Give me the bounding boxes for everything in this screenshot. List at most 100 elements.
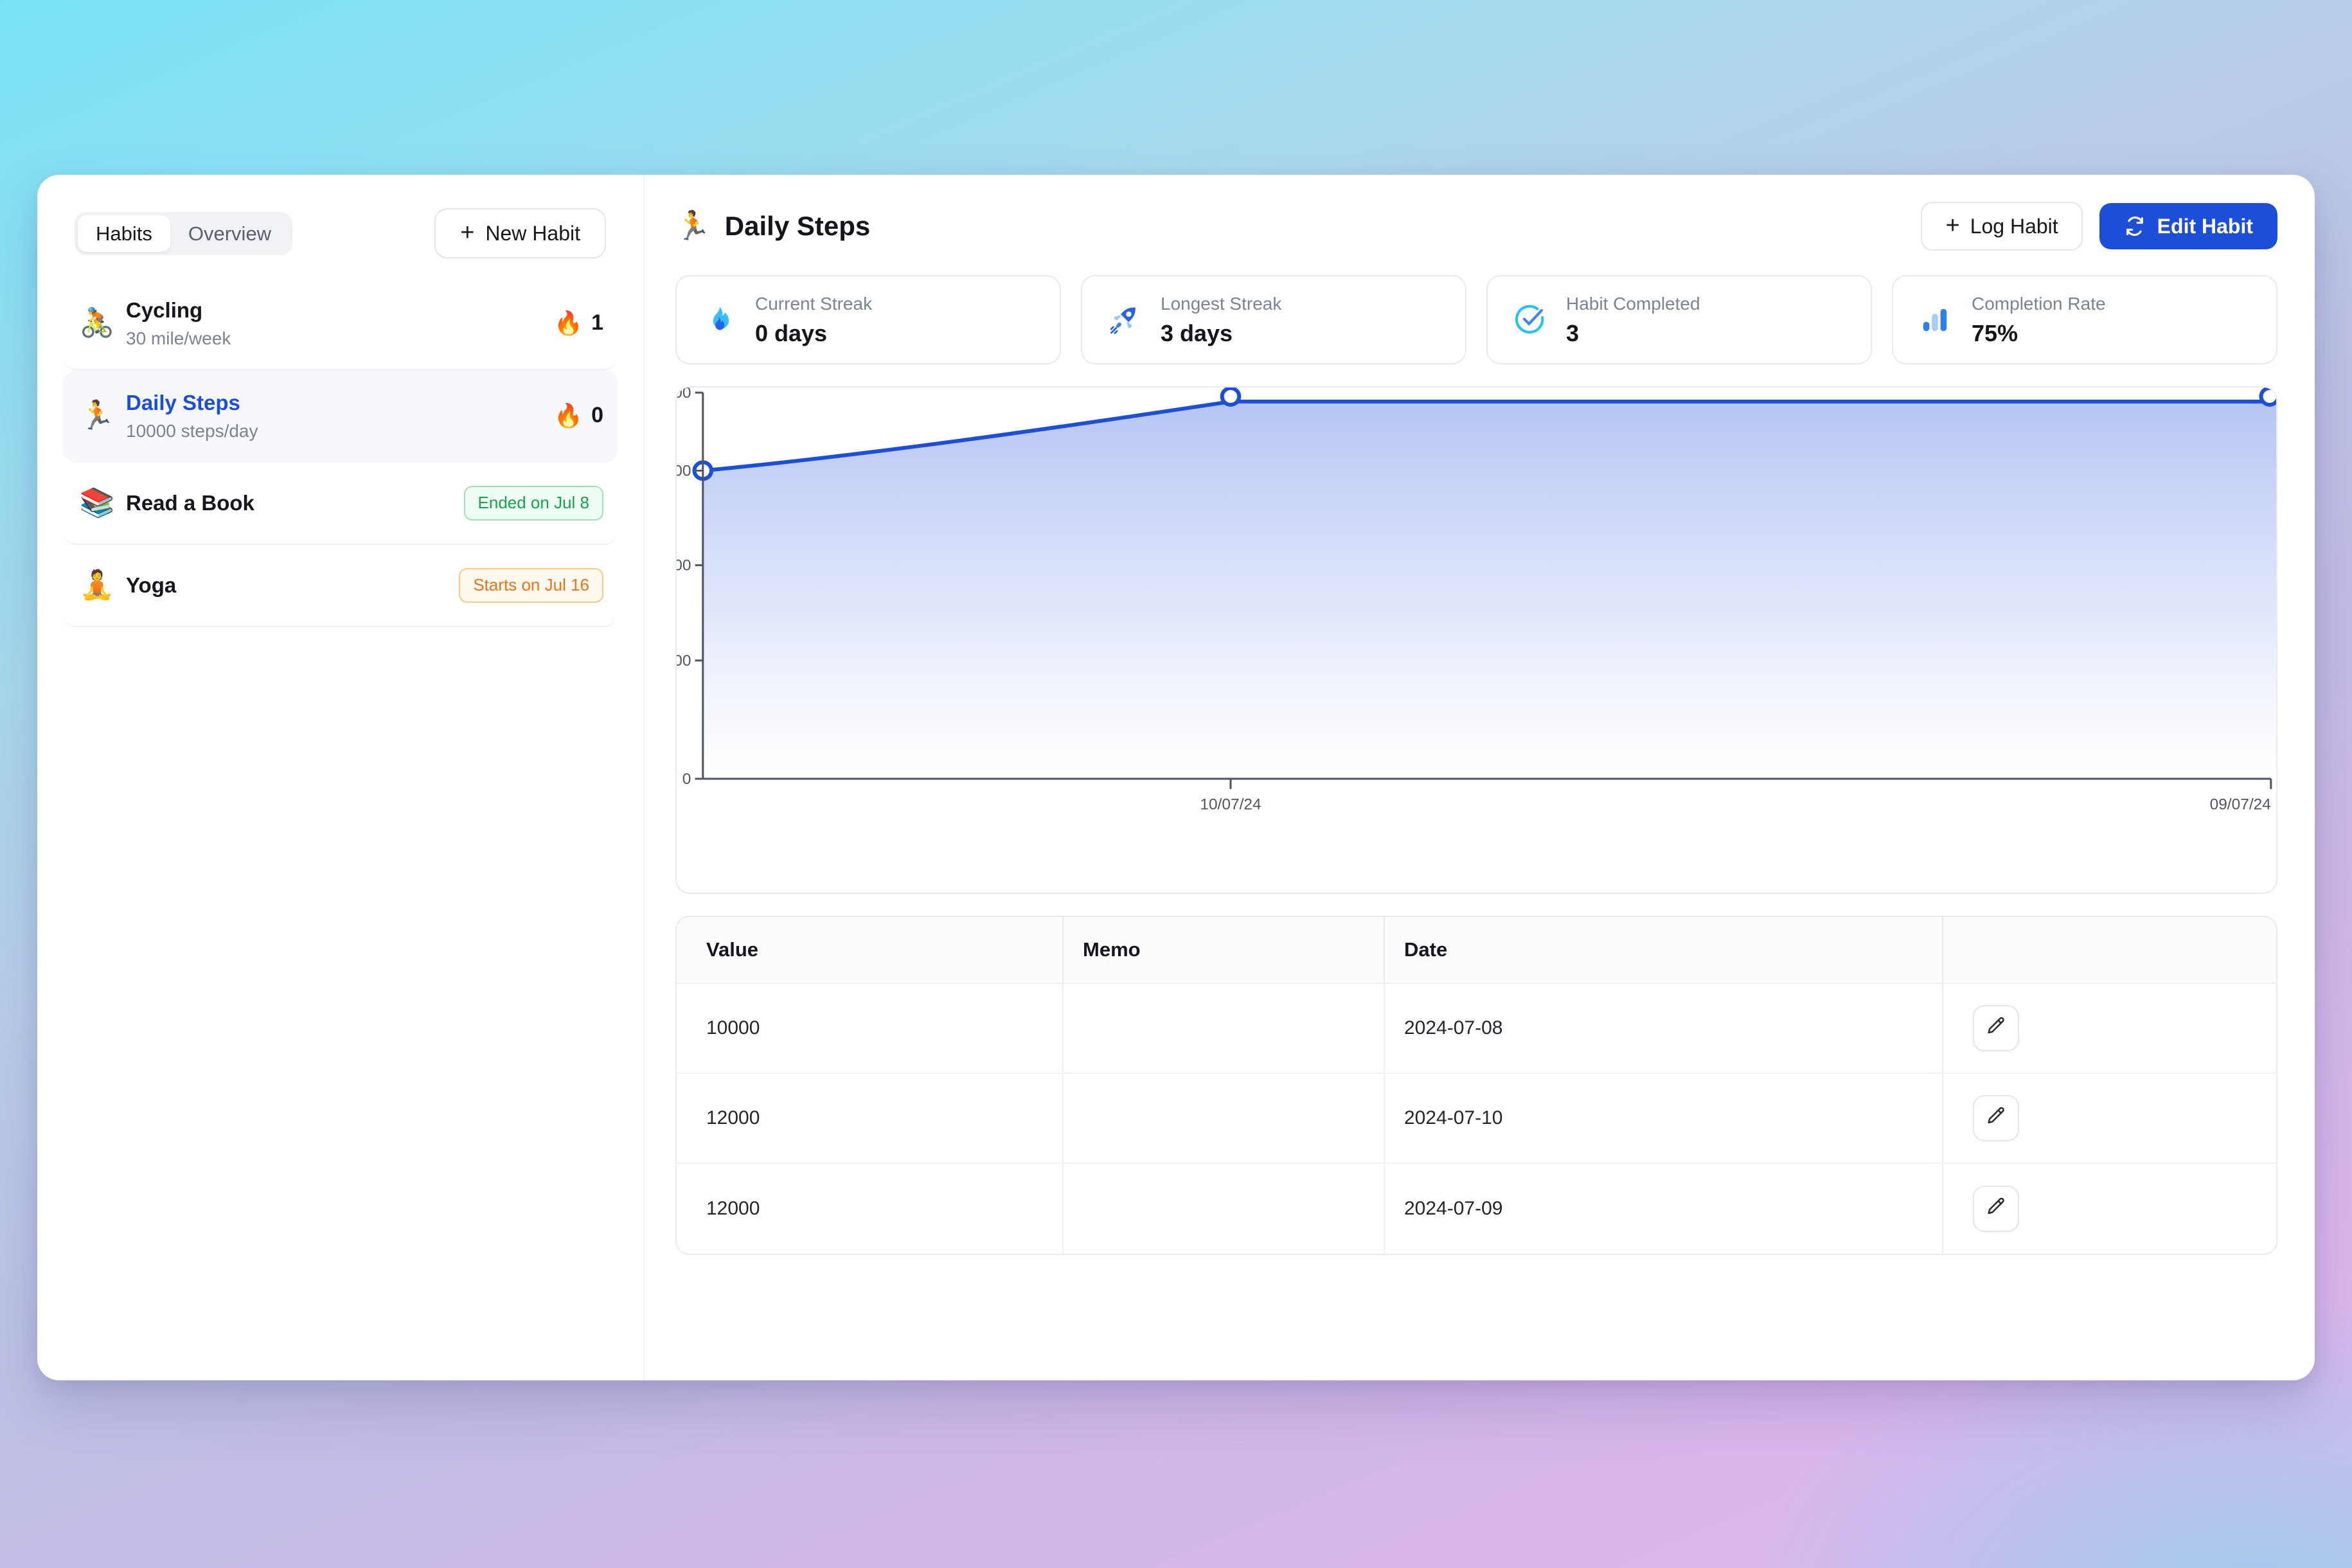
habit-name: Cycling <box>126 298 203 322</box>
check-circle-icon <box>1510 303 1549 336</box>
x-tick-label: 09/07/24 <box>2210 796 2271 814</box>
habit-goal: 10000 steps/day <box>126 421 258 441</box>
cell-value: 12000 <box>706 1197 760 1219</box>
cell-actions <box>1942 983 2276 1073</box>
cyclist-emoji: 🚴 <box>79 307 115 339</box>
stat-value: 3 <box>1566 319 1580 346</box>
habit-list-item-cycling[interactable]: 🚴 Cycling 30 mile/week 🔥 1 <box>63 278 618 370</box>
new-habit-button[interactable]: + New Habit <box>434 208 606 258</box>
cell-date: 2024-07-10 <box>1404 1107 1503 1128</box>
flame-emoji: 🔥 <box>554 402 584 429</box>
edit-entry-button[interactable] <box>1973 1094 2019 1141</box>
cell-memo-wrap <box>1062 983 1384 1073</box>
new-habit-label: New Habit <box>485 222 580 245</box>
table-row[interactable]: 12000 2024-07-10 <box>677 1073 2276 1164</box>
rocket-icon <box>1104 303 1144 335</box>
y-tick-label: 000 <box>677 388 691 402</box>
stat-label: Current Streak <box>755 294 873 314</box>
stat-cards: Current Streak 0 days Longest Streak 3 d… <box>675 275 2277 364</box>
main-header: 🏃 Daily Steps + Log Habit Edit Habit <box>675 202 2277 251</box>
main-panel: 🏃 Daily Steps + Log Habit Edit Habit Cur… <box>645 175 2315 1380</box>
view-segmented-control[interactable]: Habits Overview <box>75 211 293 255</box>
tab-overview[interactable]: Overview <box>170 215 289 252</box>
x-tick-label: 10/07/24 <box>1200 796 1261 814</box>
stat-card-habit-completed: Habit Completed 3 <box>1486 275 1872 364</box>
stat-card-current-streak: Current Streak 0 days <box>675 275 1061 364</box>
habit-streak: 🔥 1 <box>554 310 603 335</box>
cell-value: 10000 <box>706 1017 760 1038</box>
habit-name: Daily Steps <box>126 390 240 414</box>
habit-streak: 🔥 0 <box>554 403 603 428</box>
cell-value: 12000 <box>706 1107 760 1128</box>
habit-info: Yoga <box>126 572 459 598</box>
habit-info: Daily Steps 10000 steps/day <box>126 389 554 442</box>
column-header-date-cell: Date <box>1384 916 1942 983</box>
habit-info: Read a Book <box>126 490 464 516</box>
stat-value: 0 days <box>755 319 828 346</box>
streak-count: 1 <box>591 310 603 335</box>
habit-list: 🚴 Cycling 30 mile/week 🔥 1 🏃 Daily Steps… <box>37 278 643 627</box>
habit-list-item-yoga[interactable]: 🧘 Yoga Starts on Jul 16 <box>63 545 618 627</box>
chart-point[interactable] <box>2259 387 2276 407</box>
table-header-row: Value Memo Date <box>677 916 2276 984</box>
table-row[interactable]: 12000 2024-07-09 <box>677 1163 2276 1254</box>
refresh-icon <box>2124 215 2146 237</box>
edit-entry-button[interactable] <box>1973 1185 2019 1232</box>
cell-memo-wrap <box>1062 1073 1384 1163</box>
stat-text: Longest Streak 3 days <box>1161 293 1281 346</box>
y-tick-label: 000 <box>677 652 691 670</box>
stat-card-completion-rate: Completion Rate 75% <box>1892 275 2277 364</box>
status-badge: Starts on Jul 16 <box>459 567 603 603</box>
habit-list-item-read-a-book[interactable]: 📚 Read a Book Ended on Jul 8 <box>63 463 618 545</box>
app-window: Habits Overview + New Habit 🚴 Cycling 30… <box>37 175 2315 1380</box>
y-tick-label: 0 <box>682 771 691 788</box>
plus-icon: + <box>1945 212 1960 239</box>
stat-text: Completion Rate 75% <box>1972 293 2106 346</box>
tab-habits[interactable]: Habits <box>78 215 170 252</box>
cell-actions <box>1942 1073 2276 1163</box>
y-tick-label: 000 <box>677 463 691 480</box>
habit-goal: 30 mile/week <box>126 328 231 349</box>
column-header-memo: Memo <box>1083 938 1141 961</box>
streak-count: 0 <box>591 403 603 428</box>
chart-svg: 000 000 000 000 0 10/07/24 09/07/24 <box>677 387 2276 814</box>
habit-log-table: Value Memo Date 10000 2024-07-08 12000 2… <box>675 915 2277 1255</box>
log-habit-button[interactable]: + Log Habit <box>1921 202 2083 251</box>
habit-name: Read a Book <box>126 491 254 515</box>
edit-entry-button[interactable] <box>1973 1004 2019 1051</box>
edit-habit-button[interactable]: Edit Habit <box>2099 203 2277 249</box>
flame-icon <box>699 304 738 335</box>
cell-date: 2024-07-08 <box>1404 1017 1503 1038</box>
progress-chart: 000 000 000 000 0 10/07/24 09/07/24 <box>675 386 2277 894</box>
habit-info: Cycling 30 mile/week <box>126 297 554 350</box>
cell-memo-wrap <box>1062 1163 1384 1254</box>
sidebar-toolbar: Habits Overview + New Habit <box>37 175 643 278</box>
edit-habit-label: Edit Habit <box>2157 215 2253 238</box>
cell-date-wrap: 2024-07-10 <box>1384 1073 1942 1163</box>
runner-emoji: 🏃 <box>79 399 115 431</box>
bar-chart-icon <box>1915 305 1955 334</box>
table-row[interactable]: 10000 2024-07-08 <box>677 983 2276 1074</box>
stat-text: Current Streak 0 days <box>755 293 872 346</box>
stat-card-longest-streak: Longest Streak 3 days <box>1081 275 1466 364</box>
pencil-icon <box>1985 1196 2007 1221</box>
books-emoji: 📚 <box>79 486 115 519</box>
column-header-date: Date <box>1404 938 1448 961</box>
stat-label: Completion Rate <box>1972 294 2106 314</box>
yoga-emoji: 🧘 <box>79 569 115 601</box>
y-tick-label: 000 <box>677 557 691 575</box>
stat-label: Longest Streak <box>1161 294 1282 314</box>
stat-value: 75% <box>1972 319 2018 346</box>
status-badge: Ended on Jul 8 <box>463 485 603 521</box>
column-header-memo-cell: Memo <box>1062 916 1384 983</box>
pencil-icon <box>1985 1015 2007 1040</box>
habit-name: Yoga <box>126 573 177 598</box>
pencil-icon <box>1985 1105 2007 1130</box>
habit-list-item-daily-steps[interactable]: 🏃 Daily Steps 10000 steps/day 🔥 0 <box>63 370 618 463</box>
runner-emoji: 🏃 <box>675 210 711 242</box>
chart-point[interactable] <box>1220 387 1242 407</box>
chart-area-fill <box>702 401 2276 778</box>
cell-date-wrap: 2024-07-08 <box>1384 983 1942 1073</box>
page-title: 🏃 Daily Steps <box>675 212 870 240</box>
column-header-value: Value <box>706 938 758 961</box>
